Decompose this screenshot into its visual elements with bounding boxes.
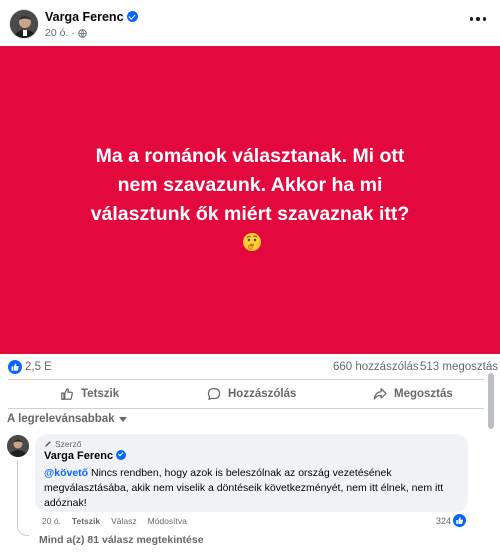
verified-badge-icon [116, 450, 127, 460]
scrollbar-thumb[interactable] [488, 373, 494, 429]
share-label: Megosztás [394, 388, 453, 400]
share-icon [373, 388, 387, 400]
author-tag-label: Szerző [55, 438, 82, 449]
share-count[interactable]: 513 megosztás [420, 361, 498, 373]
globe-icon [78, 28, 87, 38]
divider [8, 408, 484, 409]
reply-thread-line [17, 460, 29, 536]
comment-reaction-count[interactable]: 324 [436, 516, 451, 526]
like-button[interactable]: Tetszik [60, 381, 119, 407]
post-time[interactable]: 20 ó. [45, 27, 68, 39]
comment-icon [207, 387, 221, 401]
more-options-icon[interactable] [465, 9, 491, 29]
author-tag: Szerző [44, 438, 459, 449]
comment-author-name[interactable]: Varga Ferenc [44, 450, 113, 462]
post-meta: 20 ó. · [45, 27, 87, 39]
post-image-caption: Ma a románok választanak. Mi ott nem sza… [90, 145, 410, 225]
comment-text: @követő Nincs rendben, hogy azok is bele… [44, 466, 459, 511]
divider [8, 379, 484, 380]
stats-bar: 2,5 E 660 hozzászólás 513 megosztás [0, 355, 500, 379]
reaction-count[interactable]: 2,5 E [25, 361, 52, 373]
like-reaction-icon[interactable] [8, 360, 22, 374]
post-author-name[interactable]: Varga Ferenc [45, 10, 138, 24]
like-icon [61, 388, 73, 400]
thinking-face-emoji [242, 233, 261, 251]
action-bar: Tetszik Hozzászólás Megosztás [0, 381, 488, 407]
post-image-text: Ma a románok választanak. Mi ott nem sza… [85, 142, 415, 258]
comment-edited-label[interactable]: Módosítva [148, 516, 187, 526]
mention-link[interactable]: @követő [44, 467, 88, 479]
comment-button[interactable]: Hozzászólás [207, 381, 296, 407]
share-button[interactable]: Megosztás [373, 381, 453, 407]
like-label: Tetszik [81, 388, 120, 400]
verified-badge-icon [126, 11, 138, 22]
author-avatar[interactable] [9, 9, 39, 39]
comment-actions: 20 ó. Tetszik Válasz Módosítva [42, 516, 187, 526]
view-replies-link[interactable]: Mind a(z) 81 válasz megtekintése [39, 534, 204, 546]
comment-like-button[interactable]: Tetszik [72, 516, 100, 526]
post-author-label[interactable]: Varga Ferenc [45, 10, 124, 24]
comment-body: Nincs rendben, hogy azok is beleszólnak … [44, 467, 444, 509]
post-header: Varga Ferenc 20 ó. · [0, 0, 500, 46]
comment-sort-dropdown[interactable]: A legrelevánsabbak [7, 413, 127, 425]
comment-bubble: Szerző Varga Ferenc @követő Nincs rendbe… [35, 434, 468, 512]
comment-reply-button[interactable]: Válasz [111, 516, 137, 526]
caret-down-icon [118, 417, 127, 422]
comment-time[interactable]: 20 ó. [42, 516, 61, 526]
pencil-icon [45, 440, 51, 447]
commenter-avatar[interactable] [7, 435, 29, 457]
sort-label: A legrelevánsabbak [7, 413, 115, 425]
comment-label: Hozzászólás [228, 388, 297, 400]
like-reaction-icon[interactable] [452, 513, 467, 528]
meta-separator: · [71, 27, 75, 39]
comment-author[interactable]: Varga Ferenc [44, 450, 459, 464]
comment-count[interactable]: 660 hozzászólás [333, 361, 419, 373]
post-image[interactable]: Ma a románok választanak. Mi ott nem sza… [0, 46, 500, 354]
